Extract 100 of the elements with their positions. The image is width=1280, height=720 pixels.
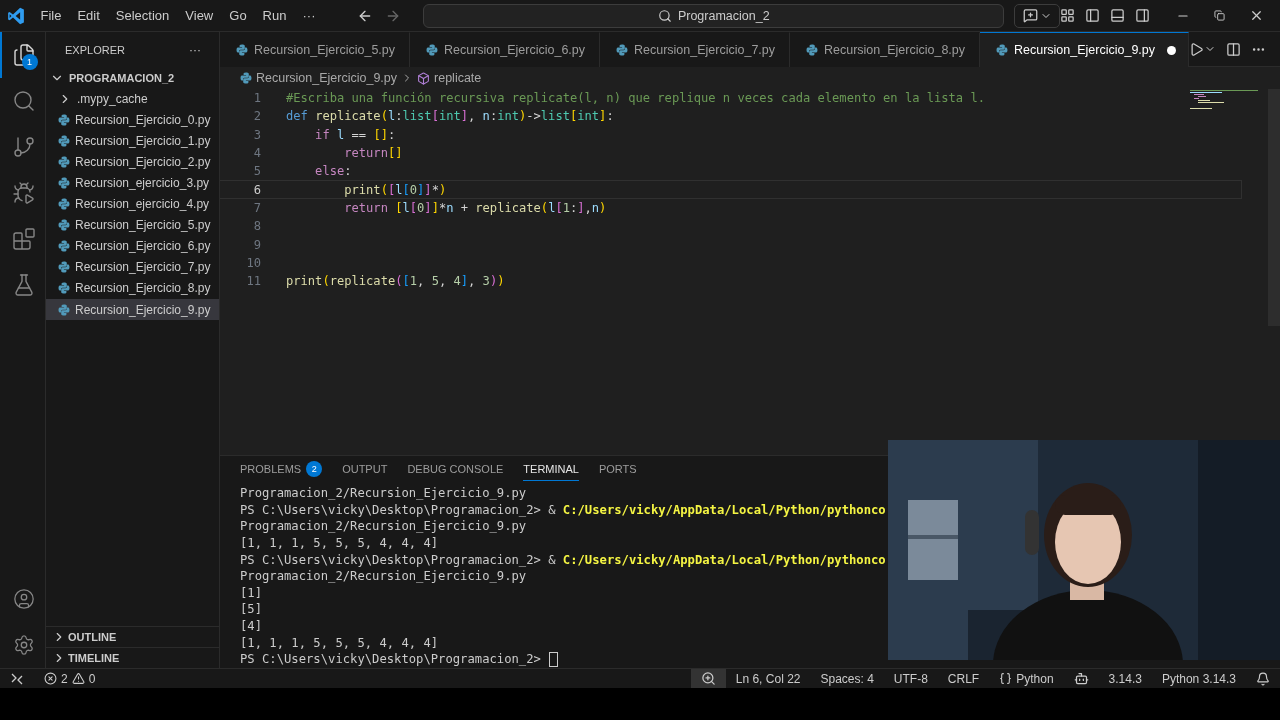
explorer-entry[interactable]: Recursion_Ejercicio_0.py [46,109,219,131]
minimap-drawing [1190,89,1260,109]
python-file-icon [806,44,818,56]
file-name: Recursion_Ejercicio_5.py [75,218,211,233]
line-number: 4 [252,146,261,161]
code-line: def replicate(l:list[int], n:int)->list[int]: [286,109,614,124]
search-field[interactable]: Programacion_2 [423,3,1005,28]
zoom-button[interactable] [690,668,726,689]
more-actions[interactable]: ··· [189,42,201,57]
panel-toggle-icon[interactable] [1110,8,1125,23]
panel-tab[interactable]: PORTS [598,458,637,481]
close-icon[interactable] [1249,8,1264,23]
explorer-entry[interactable]: Recursion_ejercicio_4.py [46,193,219,215]
explorer-entry[interactable]: Recursion_Ejercicio_9.py [46,299,219,321]
menu-item[interactable]: ··· [294,8,324,23]
explorer-entry[interactable]: Recursion_Ejercicio_6.py [46,235,219,257]
code-line: if l == []: [314,127,396,142]
terminal-text: [4] [240,619,262,634]
explorer-entry[interactable]: Recursion_ejercicio_3.py [46,172,219,194]
terminal-text: [1, 1, 1, 5, 5, 5, 4, 4, 4] [240,536,439,551]
terminal-text: Programacion_2/Recursion_Ejercicio_9.py [240,486,527,501]
python-file-icon [58,261,70,274]
bot-icon [1073,671,1089,686]
tab-label: Recursion_Ejercicio_5.py [254,43,396,57]
line-number: 2 [252,109,261,124]
terminal-text: [1, 1, 1, 5, 5, 5, 4, 4, 4] [240,635,439,650]
file-name: Recursion_Ejercicio_6.py [75,239,211,254]
panel-tab[interactable]: PROBLEMS 2 [240,458,323,481]
editor-tab[interactable]: Recursion_Ejercicio_6.py [410,32,600,67]
python-file-icon [58,303,70,316]
sidebar-toggle-icon[interactable] [1085,8,1100,23]
panel-tab[interactable]: DEBUG CONSOLE [407,458,504,481]
problems-status[interactable]: 2 0 [34,668,106,689]
sidebar-title: EXPLORER [65,43,125,56]
terminal-text: PS C:\Users\vicky\Desktop\Programacion_2> [240,652,541,667]
python-file-icon [58,155,70,168]
remote-icon [10,671,24,686]
chat-button[interactable] [1014,3,1060,28]
file-name: Recursion_Ejercicio_2.py [75,154,211,169]
line-number: 8 [252,219,261,234]
secondary-sidebar-icon[interactable] [1135,8,1150,23]
python-file-icon [58,240,70,253]
terminal-text: PS C:\Users\vicky\Desktop\Programacion_2> & [240,502,556,517]
run-button[interactable] [1189,41,1216,57]
editor-tab[interactable]: Recursion_Ejercicio_7.py [600,32,790,67]
menu-item[interactable]: File [32,8,70,23]
user-icon [12,588,35,610]
bug-play-icon [11,181,36,205]
python-file-icon [58,113,70,126]
panel-tab[interactable]: OUTPUT [342,458,388,481]
line-number: 1 [252,91,261,106]
search-icon [11,89,36,113]
code-line: return [l[0]]*n + replicate(l[1:],n) [343,200,607,215]
explorer-folder[interactable]: .mypy_cache [46,88,219,110]
code-line: print([l[0]]*) [343,182,447,197]
language-mode[interactable]: Python [989,668,1064,689]
branch-icon [11,135,36,159]
section-header[interactable]: OUTLINE [46,626,219,647]
status-item[interactable]: Ln 6, Col 22 [725,668,811,689]
explorer-entry[interactable]: Recursion_Ejercicio_8.py [46,277,219,300]
count-badge: 1 [21,54,38,70]
layout-icon[interactable] [1060,8,1075,23]
error-icon [44,672,57,685]
editor-tab[interactable]: Recursion_Ejercicio_9.py [980,32,1189,67]
explorer-entry[interactable]: Recursion_Ejercicio_2.py [46,151,219,173]
menu-item[interactable]: Go [221,8,255,23]
file-name: Recursion_ejercicio_3.py [75,176,210,190]
file-name: Recursion_Ejercicio_1.py [75,133,211,148]
tab-label: Recursion_Ejercicio_7.py [634,43,776,57]
terminal-text: C:/Users/vicky/AppData/Local/Python/pythonco [561,502,886,517]
menu-item[interactable]: Selection [107,8,178,23]
status-item[interactable]: 3.14.3 [1098,668,1152,689]
zoom-in-icon [700,671,716,686]
editor-tab[interactable]: Recursion_Ejercicio_5.py [220,32,410,67]
cube-icon [417,71,431,85]
explorer-entry[interactable]: Recursion_Ejercicio_5.py [46,214,219,236]
editor-tab[interactable]: Recursion_Ejercicio_8.py [790,32,980,67]
status-item[interactable]: UTF-8 [883,668,938,689]
explorer-entry[interactable]: Recursion_Ejercicio_7.py [46,256,219,278]
status-item[interactable]: Spaces: 4 [810,668,884,689]
panel-tab[interactable]: TERMINAL [523,458,579,481]
code-line: else: [314,164,352,179]
restore-icon[interactable] [1214,10,1225,21]
blocks-icon [11,227,36,251]
python-file-icon [996,44,1008,56]
python-file-icon [240,72,252,84]
app-logo-icon [7,6,26,25]
split-editor-icon[interactable] [1226,41,1241,57]
breadcrumb-item[interactable]: Recursion_Ejercicio_9.py [256,71,398,85]
files-icon [11,43,36,67]
workspace-header[interactable]: PROGRAMACION_2 [46,67,219,89]
breadcrumb-item[interactable]: replicate [434,71,482,85]
line-number: 5 [252,164,261,179]
status-item[interactable]: Python 3.14.3 [1151,668,1246,689]
menu-item[interactable]: Edit [69,8,108,23]
python-file-icon [58,134,70,147]
menu-item[interactable]: Run [254,8,295,23]
status-item[interactable]: CRLF [937,668,990,689]
explorer-entry[interactable]: Recursion_Ejercicio_1.py [46,130,219,152]
menu-item[interactable]: View [177,8,222,23]
